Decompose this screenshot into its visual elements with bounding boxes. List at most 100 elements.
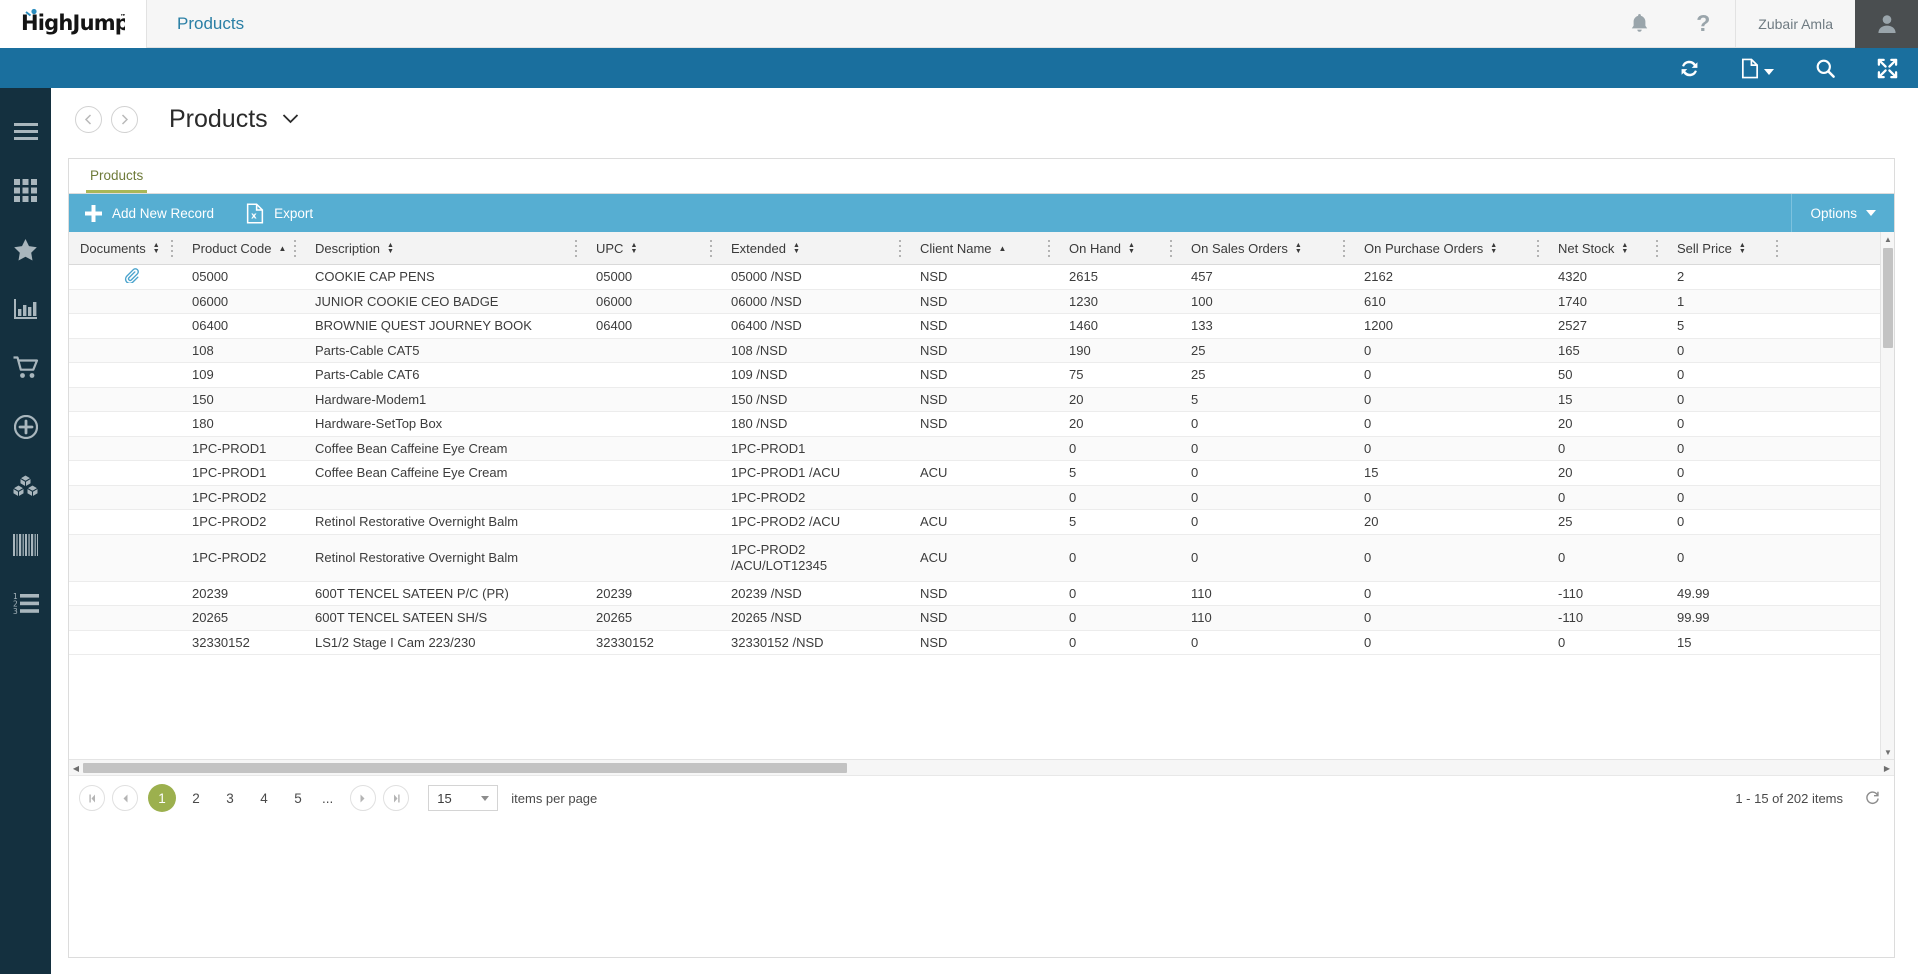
vertical-scrollbar[interactable]: ▲ ▼	[1880, 232, 1894, 759]
grid-body: 05000 COOKIE CAP PENS 05000 05000 /NSD NSD 26…	[69, 265, 1894, 759]
sort-toggle-icon[interactable]	[1295, 242, 1302, 255]
horizontal-scrollbar[interactable]: ◀ ▶	[69, 759, 1894, 775]
column-resize-handle[interactable]	[1343, 239, 1345, 257]
sidebar-item-menu-toggle[interactable]	[0, 102, 51, 161]
svg-text:™: ™	[120, 13, 125, 21]
help-button[interactable]: ?	[1671, 0, 1735, 48]
column-resize-handle[interactable]	[1170, 239, 1172, 257]
column-header-product-code[interactable]: Product Code	[181, 232, 304, 265]
sort-toggle-icon[interactable]	[1621, 242, 1628, 255]
page-button-4[interactable]: 4	[250, 784, 278, 812]
pager-refresh-button[interactable]	[1865, 790, 1880, 806]
sort-toggle-icon[interactable]	[1739, 242, 1746, 255]
table-row[interactable]: 20265 600T TENCEL SATEEN SH/S 20265 20265 /…	[69, 606, 1894, 631]
sort-toggle-icon[interactable]	[387, 242, 394, 255]
user-avatar-button[interactable]	[1855, 0, 1918, 48]
scroll-right-arrow-icon[interactable]: ▶	[1880, 760, 1894, 776]
sidebar-item-reports[interactable]	[0, 279, 51, 338]
nav-back-button[interactable]	[75, 105, 102, 133]
previous-page-button[interactable]	[112, 785, 138, 811]
horizontal-scroll-thumb[interactable]	[83, 763, 847, 773]
sidebar-item-orders[interactable]	[0, 338, 51, 397]
column-resize-handle[interactable]	[1537, 239, 1539, 257]
column-header-documents[interactable]: Documents	[69, 232, 181, 265]
page-button-5[interactable]: 5	[284, 784, 312, 812]
sidebar-item-barcode[interactable]	[0, 515, 51, 574]
column-header-on-sales-orders[interactable]: On Sales Orders	[1180, 232, 1353, 265]
sort-toggle-icon[interactable]	[630, 242, 637, 255]
page-title-dropdown-button[interactable]	[282, 109, 299, 129]
pager-right-group: 1 - 15 of 202 items	[1735, 791, 1880, 806]
column-header-on-hand[interactable]: On Hand	[1058, 232, 1180, 265]
column-header-net-stock[interactable]: Net Stock	[1547, 232, 1666, 265]
tab-products[interactable]: Products	[86, 168, 148, 193]
user-name-label[interactable]: Zubair Amla	[1736, 0, 1855, 48]
page-size-select[interactable]: 15	[428, 785, 499, 811]
export-button[interactable]: x Export	[230, 194, 329, 232]
table-row[interactable]: 109 Parts-Cable CAT6 109 /NSD NSD 75 25 0 50 0	[69, 363, 1894, 388]
last-page-button[interactable]	[383, 785, 410, 811]
column-header-upc[interactable]: UPC	[585, 232, 720, 265]
options-button[interactable]: Options	[1791, 194, 1894, 232]
column-resize-handle[interactable]	[710, 239, 712, 257]
scroll-left-arrow-icon[interactable]: ◀	[69, 760, 83, 776]
column-resize-handle[interactable]	[294, 239, 296, 257]
cell-upc: 32330152	[596, 634, 654, 650]
sidebar-item-apps[interactable]	[0, 161, 51, 220]
table-row[interactable]: 1PC-PROD2 Retinol Restorative Overnight B…	[69, 534, 1894, 582]
page-button-3[interactable]: 3	[216, 784, 244, 812]
search-button[interactable]	[1794, 48, 1856, 88]
table-row[interactable]: 180 Hardware-SetTop Box 180 /NSD NSD 20 0 0 20 0	[69, 412, 1894, 437]
table-row[interactable]: 1PC-PROD2 1PC-PROD2 0 0 0 0 0	[69, 485, 1894, 510]
first-page-button[interactable]	[79, 785, 105, 811]
fullscreen-button[interactable]	[1856, 48, 1918, 88]
table-row[interactable]: 1PC-PROD1 Coffee Bean Caffeine Eye Cream 1…	[69, 461, 1894, 486]
sort-ascending-icon[interactable]	[279, 244, 287, 253]
column-header-extended[interactable]: Extended	[720, 232, 909, 265]
table-row[interactable]: 05000 COOKIE CAP PENS 05000 05000 /NSD NSD 26…	[69, 265, 1894, 290]
sort-ascending-icon[interactable]	[999, 244, 1007, 253]
scroll-down-arrow-icon[interactable]: ▼	[1881, 745, 1895, 759]
notifications-button[interactable]	[1607, 0, 1671, 48]
column-header-sell-price[interactable]: Sell Price	[1666, 232, 1786, 265]
page-button-1[interactable]: 1	[148, 784, 176, 812]
sidebar-item-lists[interactable]: 123	[0, 574, 51, 633]
vertical-scroll-thumb[interactable]	[1883, 248, 1893, 348]
sidebar-item-add[interactable]	[0, 397, 51, 456]
column-header-description[interactable]: Description	[304, 232, 585, 265]
column-resize-handle[interactable]	[171, 239, 173, 257]
next-page-button[interactable]	[350, 785, 377, 811]
sort-toggle-icon[interactable]	[153, 242, 160, 255]
page-button-2[interactable]: 2	[182, 784, 210, 812]
sidebar-item-favorites[interactable]	[0, 220, 51, 279]
column-header-on-purchase-orders[interactable]: On Purchase Orders	[1353, 232, 1547, 265]
add-new-record-button[interactable]: Add New Record	[69, 194, 230, 232]
cell-documents[interactable]	[69, 267, 181, 286]
table-row[interactable]: 150 Hardware-Modem1 150 /NSD NSD 20 5 0 15 0	[69, 387, 1894, 412]
column-resize-handle[interactable]	[1776, 239, 1778, 257]
column-resize-handle[interactable]	[1656, 239, 1658, 257]
table-row[interactable]: 06400 BROWNIE QUEST JOURNEY BOOK 06400 0640…	[69, 314, 1894, 339]
column-resize-handle[interactable]	[899, 239, 901, 257]
column-resize-handle[interactable]	[575, 239, 577, 257]
table-row[interactable]: 1PC-PROD1 Coffee Bean Caffeine Eye Cream 1…	[69, 436, 1894, 461]
app-title[interactable]: Products	[177, 14, 244, 34]
sort-toggle-icon[interactable]	[1128, 242, 1135, 255]
table-row[interactable]: 06000 JUNIOR COOKIE CEO BADGE 06000 06000 /…	[69, 289, 1894, 314]
table-row[interactable]: 1PC-PROD2 Retinol Restorative Overnight B…	[69, 510, 1894, 535]
grid-icon	[14, 179, 37, 202]
cell-on-sales-orders: 5	[1191, 391, 1199, 407]
refresh-button[interactable]	[1658, 48, 1720, 88]
table-row[interactable]: 20239 600T TENCEL SATEEN P/C (PR) 20239 202…	[69, 582, 1894, 606]
nav-forward-button[interactable]	[111, 105, 138, 133]
column-resize-handle[interactable]	[1048, 239, 1050, 257]
new-document-button[interactable]	[1720, 48, 1794, 88]
sidebar-item-inventory[interactable]	[0, 456, 51, 515]
table-row[interactable]: 32330152 LS1/2 Stage I Cam 223/230 3233015…	[69, 631, 1894, 655]
highjump-logo[interactable]: HighJump ™	[0, 0, 147, 48]
table-row[interactable]: 108 Parts-Cable CAT5 108 /NSD NSD 190 25 0 165 0	[69, 338, 1894, 363]
column-header-client-name[interactable]: Client Name	[909, 232, 1058, 265]
scroll-up-arrow-icon[interactable]: ▲	[1881, 232, 1895, 246]
sort-toggle-icon[interactable]	[1490, 242, 1497, 255]
sort-toggle-icon[interactable]	[793, 242, 800, 255]
